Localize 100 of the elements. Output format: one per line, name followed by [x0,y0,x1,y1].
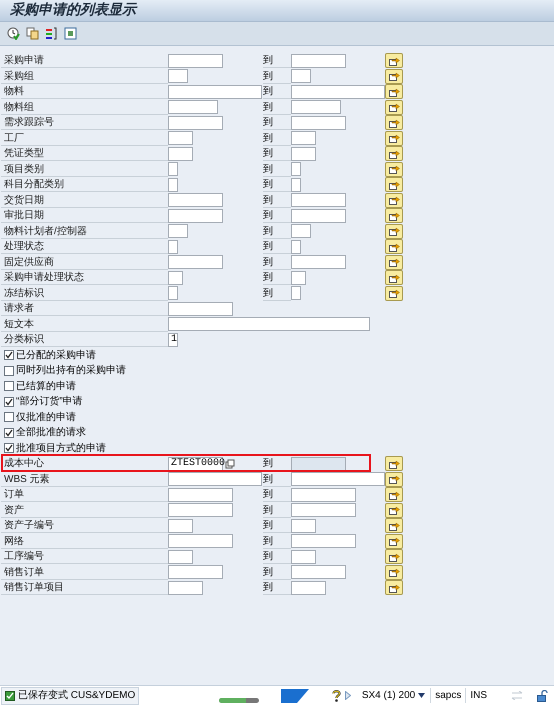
multiple-selection-button[interactable] [385,53,403,68]
to-field[interactable] [291,162,301,176]
to-field[interactable] [291,178,301,192]
to-field[interactable] [291,240,301,254]
multiple-selection-button[interactable] [385,192,403,208]
to-field[interactable] [291,54,346,68]
multiple-selection-button[interactable] [385,254,403,270]
checkbox[interactable] [4,443,14,454]
to-field[interactable] [291,270,306,285]
execute-clock-icon[interactable] [7,27,20,40]
to-field[interactable] [291,255,346,270]
multiple-selection-button[interactable] [385,502,403,518]
from-field[interactable] [168,162,178,176]
to-field[interactable] [291,580,326,595]
help-icon[interactable] [332,690,341,702]
to-field[interactable] [291,224,311,238]
to-field[interactable] [291,69,311,84]
to-field[interactable] [291,565,346,580]
copy-document-icon[interactable] [26,27,39,40]
multiple-selection-button[interactable] [385,146,403,162]
dropdown-caret-icon[interactable] [418,693,426,698]
from-field[interactable] [168,116,223,130]
to-field[interactable] [291,208,346,223]
to-field[interactable] [291,472,385,486]
multiple-selection-button[interactable] [385,162,403,177]
input-field[interactable] [168,302,233,316]
from-field[interactable] [168,472,262,486]
from-field[interactable] [168,550,193,564]
multiple-selection-button[interactable] [385,456,403,472]
checkbox-label: 批准项目方式的申请 [16,442,106,456]
from-field[interactable] [168,224,188,238]
multiple-selection-button[interactable] [385,580,403,596]
field-label: 采购申请处理状态 [1,270,168,286]
from-field[interactable] [168,286,178,300]
multiple-selection-button[interactable] [385,286,403,301]
multiple-selection-button[interactable] [385,224,403,239]
to-field[interactable] [291,100,341,114]
multiple-selection-button[interactable] [385,564,403,580]
from-field[interactable] [168,565,223,580]
to-field[interactable] [291,193,346,208]
to-field[interactable] [291,146,316,161]
from-field[interactable] [168,240,178,254]
from-field[interactable] [168,84,262,99]
multiple-selection-button[interactable] [385,68,403,84]
to-field[interactable] [291,131,316,146]
checkbox[interactable] [4,366,14,376]
from-field[interactable] [168,270,183,285]
multiple-selection-button[interactable] [385,270,403,286]
checkbox[interactable] [4,396,14,407]
to-field[interactable] [291,518,316,533]
frame-icon[interactable] [64,27,77,40]
to-field[interactable] [291,488,356,502]
from-field[interactable] [168,131,193,146]
from-field[interactable] [168,503,233,518]
multiple-selection-button[interactable] [385,239,403,254]
from-field[interactable] [168,518,193,533]
from-field[interactable] [168,69,188,84]
input-mode: INS [465,688,491,703]
from-field[interactable] [168,580,203,595]
from-field[interactable] [168,534,233,548]
multiple-selection-button[interactable] [385,177,403,192]
checkbox[interactable] [4,350,14,360]
lock-icon[interactable] [537,690,548,702]
window-title: 采购申请的列表显示 [10,1,136,20]
from-field[interactable] [168,255,223,270]
from-field[interactable] [168,54,223,68]
field-label: 科目分配类别 [1,177,168,192]
input-field[interactable]: 1 [168,332,178,347]
multiple-selection-button[interactable] [385,518,403,534]
from-field[interactable] [168,193,223,208]
from-field[interactable]: ZTEST0000 [168,456,223,471]
copy-icon[interactable] [225,458,235,469]
multiple-selection-button[interactable] [385,534,403,549]
to-field[interactable] [291,116,346,130]
from-field[interactable] [168,146,193,161]
multiple-selection-button[interactable] [385,549,403,564]
multiple-selection-button[interactable] [385,115,403,130]
to-field[interactable] [291,84,385,99]
triangle-icon[interactable] [344,691,351,700]
from-field[interactable] [168,208,223,223]
multiple-selection-button[interactable] [385,208,403,224]
multiple-selection-button[interactable] [385,84,403,100]
checkbox[interactable] [4,428,14,438]
list-icon[interactable] [45,27,58,40]
multiple-selection-button[interactable] [385,487,403,502]
checkbox[interactable] [4,381,14,392]
to-field[interactable] [291,503,356,518]
to-field[interactable] [291,550,316,564]
input-field[interactable] [168,317,370,332]
checkbox[interactable] [4,412,14,422]
from-field[interactable] [168,488,233,502]
to-field[interactable] [291,534,356,548]
multiple-selection-button[interactable] [385,130,403,146]
multiple-selection-button[interactable] [385,100,403,115]
multiple-selection-button[interactable] [385,472,403,487]
from-field[interactable] [168,100,218,114]
to-field[interactable] [291,286,301,300]
from-field[interactable] [168,178,178,192]
field-label: 请求者 [1,301,168,316]
field-label: 物料计划者/控制器 [1,224,168,239]
